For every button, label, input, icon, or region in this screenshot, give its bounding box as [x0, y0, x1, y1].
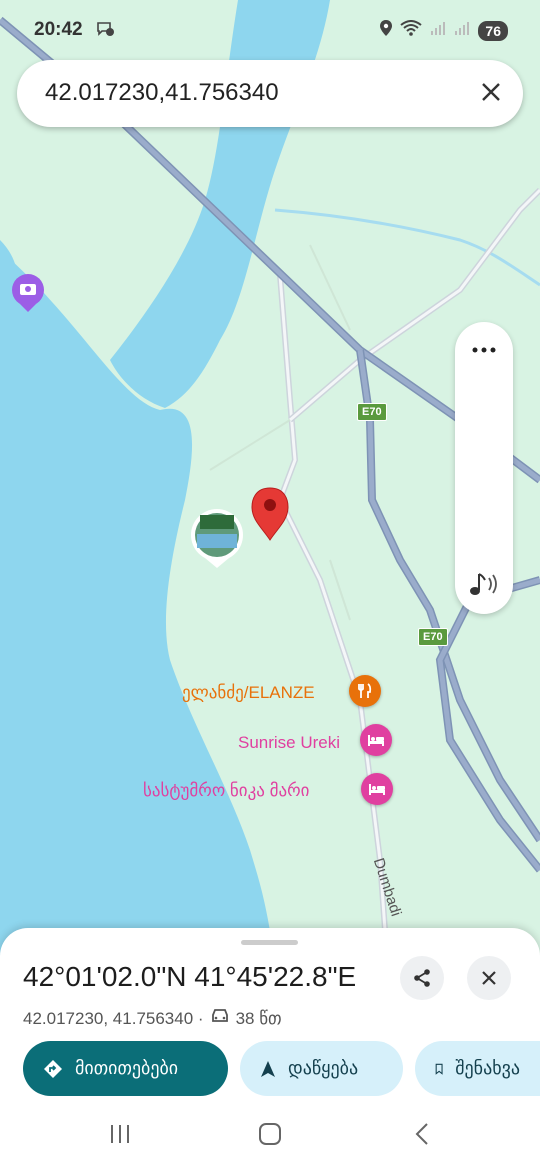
home-button[interactable] — [258, 1122, 282, 1151]
drive-time-text: 38 წთ — [235, 1008, 282, 1028]
bookmark-icon — [435, 1063, 443, 1075]
directions-button[interactable]: მითითებები — [23, 1041, 228, 1096]
map-side-panel — [455, 322, 513, 614]
sound-icon[interactable] — [467, 570, 501, 603]
save-label: შენახვა — [455, 1058, 520, 1078]
status-bar: 20:42 76 — [0, 0, 540, 58]
chat-notification-icon — [96, 21, 114, 42]
share-icon — [414, 969, 430, 987]
search-query[interactable]: 42.017230,41.756340 — [45, 79, 279, 107]
coordinates-text: 42.017230, 41.756340 · — [23, 1008, 204, 1028]
location-icon — [380, 20, 393, 41]
back-button[interactable] — [412, 1122, 432, 1151]
sheet-drag-handle[interactable] — [241, 940, 298, 945]
close-icon — [482, 971, 496, 985]
road-shield: E70 — [418, 628, 448, 646]
wifi-icon — [400, 20, 423, 41]
hotel-icon[interactable] — [360, 724, 392, 756]
directions-icon — [44, 1059, 62, 1078]
close-icon[interactable] — [479, 80, 503, 109]
directions-label: მითითებები — [75, 1058, 179, 1078]
signal-icon — [430, 20, 446, 41]
recent-apps-button[interactable] — [108, 1122, 132, 1151]
system-navigation-bar — [0, 1110, 540, 1170]
close-sheet-button[interactable] — [467, 956, 511, 1000]
restaurant-icon[interactable] — [349, 675, 381, 707]
place-title: 42°01'02.0"N 41°45'22.8"E — [23, 961, 357, 992]
poi-label-elanze[interactable]: ელანძე/ELANZE — [182, 683, 315, 703]
poi-label-nika-mari[interactable]: სასტუმრო ნიკა მარი — [143, 781, 309, 801]
road-shield: E70 — [357, 403, 387, 421]
signal-icon — [454, 20, 470, 41]
start-label: დაწყება — [288, 1058, 359, 1078]
hotel-icon[interactable] — [361, 773, 393, 805]
save-button[interactable]: შენახვა — [415, 1041, 540, 1096]
status-time: 20:42 — [34, 19, 83, 40]
car-icon — [210, 1008, 230, 1029]
start-button[interactable]: დაწყება — [240, 1041, 403, 1096]
navigation-arrow-icon — [261, 1060, 275, 1077]
place-subtitle: 42.017230, 41.756340 · 38 წთ — [23, 1008, 282, 1029]
share-button[interactable] — [400, 956, 444, 1000]
search-bar[interactable]: 42.017230,41.756340 — [17, 60, 523, 127]
battery-indicator: 76 — [478, 20, 508, 41]
more-options-icon[interactable] — [472, 342, 496, 360]
poi-label-sunrise-ureki[interactable]: Sunrise Ureki — [238, 733, 340, 753]
